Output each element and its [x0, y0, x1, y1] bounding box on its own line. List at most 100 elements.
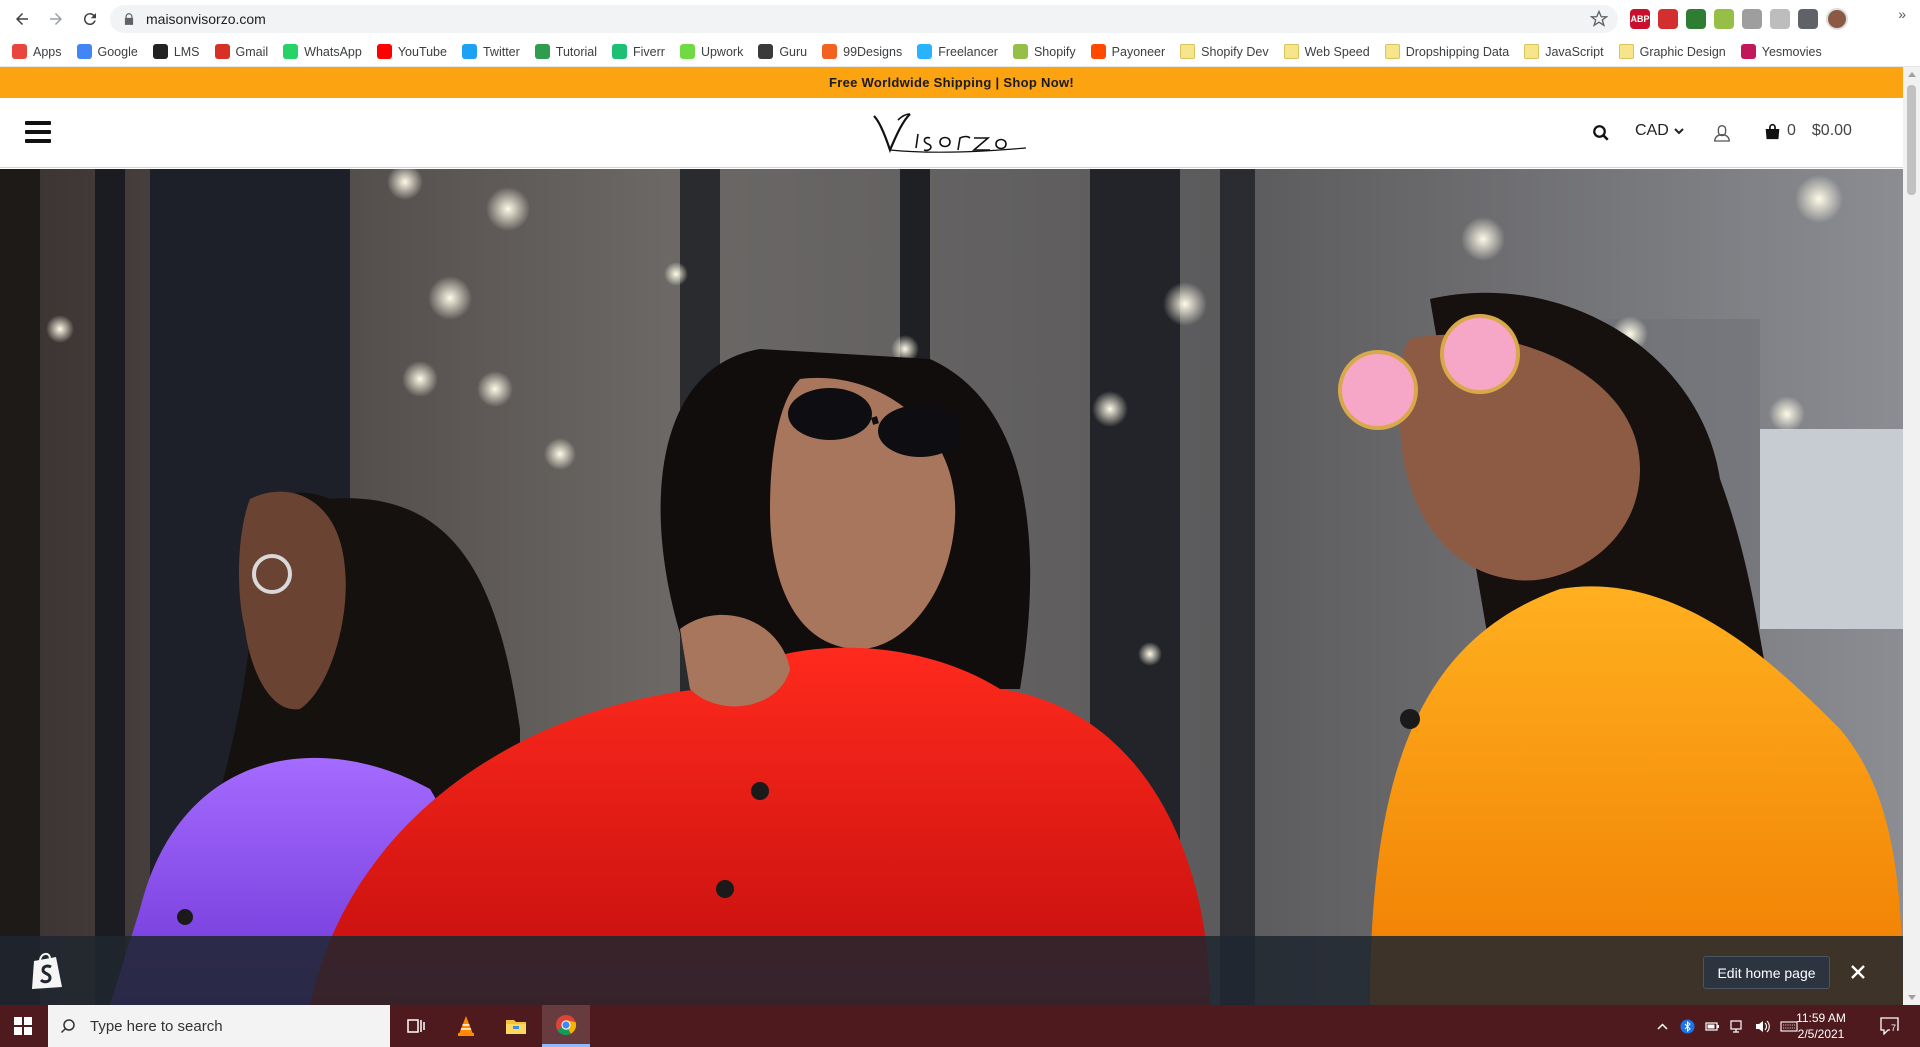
99designs-icon [822, 44, 838, 59]
bookmark-item[interactable]: Apps [12, 44, 62, 59]
adblock-icon[interactable]: ABP [1630, 9, 1650, 29]
bookmark-item[interactable]: 99Designs [822, 44, 902, 59]
guru-icon [758, 44, 774, 59]
bluetooth-icon[interactable] [1680, 1019, 1695, 1034]
bookmark-label: WhatsApp [304, 44, 362, 59]
taskbar-search-box[interactable]: Type here to search [48, 1005, 390, 1047]
volume-icon[interactable] [1755, 1019, 1770, 1034]
shopify-ext-icon[interactable] [1714, 9, 1734, 29]
scroll-down-arrow[interactable] [1908, 995, 1916, 1000]
cart-button[interactable]: 0 $0.00 [1764, 122, 1852, 140]
bookmark-label: Gmail [235, 44, 269, 59]
reload-icon [83, 12, 96, 25]
edit-home-page-button[interactable]: Edit home page [1703, 956, 1830, 989]
bookmark-label: Upwork [700, 44, 744, 59]
close-icon[interactable] [1848, 962, 1868, 982]
windows-taskbar: Type here to search 11:59 AM 2/5/2021 7 [0, 1005, 1920, 1047]
back-button[interactable] [8, 5, 36, 33]
bookmark-star-icon[interactable] [1590, 10, 1608, 28]
shopify-admin-bar: Edit home page [0, 936, 1903, 1005]
bookmark-label: Fiverr [633, 44, 665, 59]
puzzle-icon[interactable] [1798, 9, 1818, 29]
taskbar-clock[interactable]: 11:59 AM 2/5/2021 [1786, 1010, 1856, 1042]
shield-ext-icon[interactable] [1770, 9, 1790, 29]
bookmark-item[interactable]: LMS [152, 44, 200, 59]
bookmark-label: Guru [779, 44, 808, 59]
bookmark-label: LMS [173, 44, 200, 59]
circle-ext-icon[interactable] [1742, 9, 1762, 29]
notification-count: 7 [1890, 1023, 1898, 1033]
browser-toolbar: maisonvisorzo.com ABP [0, 0, 1920, 37]
bookmark-item[interactable]: Google [76, 44, 138, 59]
bookmark-item[interactable]: Graphic Design [1618, 44, 1726, 59]
profile-avatar[interactable] [1826, 8, 1848, 30]
folder-icon [506, 1020, 526, 1034]
file-explorer-taskbar-button[interactable] [492, 1005, 540, 1047]
store-logo[interactable] [870, 108, 1030, 158]
money-icon[interactable] [1686, 9, 1706, 29]
windows-start-icon[interactable] [14, 1017, 32, 1035]
bookmark-item[interactable]: Shopify [1012, 44, 1076, 59]
bookmark-item[interactable]: Gmail [214, 44, 269, 59]
menu-icon[interactable] [25, 121, 51, 143]
address-bar[interactable]: maisonvisorzo.com [110, 5, 1618, 33]
folder-icon [1180, 44, 1196, 59]
fiverr-icon [612, 44, 627, 59]
twitter-icon [461, 44, 477, 59]
scroll-up-arrow[interactable] [1908, 72, 1916, 77]
currency-value: CAD [1635, 122, 1669, 139]
pdf-icon[interactable] [1658, 9, 1678, 29]
forward-button[interactable] [42, 5, 70, 33]
bookmark-item[interactable]: Twitter [461, 44, 520, 59]
chrome-taskbar-button[interactable] [542, 1005, 590, 1047]
bookmark-label: YouTube [397, 44, 447, 59]
announcement-bar[interactable]: Free Worldwide Shipping | Shop Now! [0, 67, 1903, 98]
bookmark-item[interactable]: Tutorial [534, 44, 597, 59]
google-icon [76, 44, 92, 59]
bookmark-item[interactable]: Yesmovies [1740, 44, 1822, 59]
shopify-bag-icon[interactable] [28, 951, 64, 991]
bookmark-item[interactable]: Guru [758, 44, 807, 59]
chevron-down-icon [1674, 128, 1684, 135]
bookmark-item[interactable]: Fiverr [612, 44, 665, 59]
bookmark-item[interactable]: YouTube [376, 44, 447, 59]
bookmark-item[interactable]: Freelancer [917, 44, 998, 59]
vlc-taskbar-button[interactable] [442, 1005, 490, 1047]
bookmark-label: Payoneer [1111, 44, 1166, 59]
account-icon[interactable] [1713, 122, 1731, 142]
scrollbar-thumb[interactable] [1907, 85, 1916, 195]
notification-center-button[interactable]: 7 [1880, 1017, 1900, 1036]
folder-icon [1283, 44, 1299, 59]
bookmark-item[interactable]: Shopify Dev [1180, 44, 1269, 59]
lms-icon [152, 44, 168, 59]
bookmark-item[interactable]: Web Speed [1283, 44, 1370, 59]
chrome-icon [556, 1014, 577, 1035]
hero-image [0, 169, 1903, 1005]
bookmark-item[interactable]: WhatsApp [283, 44, 362, 59]
page-scrollbar[interactable] [1903, 67, 1920, 1005]
currency-selector[interactable]: CAD [1635, 122, 1685, 140]
chevron-up-icon[interactable] [1655, 1019, 1670, 1034]
hero-banner[interactable] [0, 169, 1903, 1005]
lock-icon [124, 13, 134, 25]
bookmark-label: Shopify Dev [1201, 44, 1269, 59]
vlc-icon [458, 1016, 474, 1036]
bookmarks-overflow-button[interactable]: » [1898, 6, 1906, 22]
yesmovies-icon [1740, 44, 1756, 59]
bookmark-item[interactable]: Upwork [679, 44, 744, 59]
shopping-bag-icon [1765, 123, 1780, 139]
cart-count: 0 [1787, 122, 1796, 139]
bookmark-item[interactable]: Payoneer [1090, 44, 1166, 59]
url-text: maisonvisorzo.com [146, 11, 266, 27]
bookmark-item[interactable]: Dropshipping Data [1384, 44, 1509, 59]
task-view-icon [407, 1019, 425, 1033]
apps-grid-icon [12, 44, 27, 59]
bookmark-label: Graphic Design [1639, 44, 1726, 59]
reload-button[interactable] [76, 5, 104, 33]
search-icon[interactable] [1592, 124, 1610, 142]
task-view-button[interactable] [392, 1005, 440, 1047]
network-icon[interactable] [1730, 1019, 1745, 1034]
cart-total: $0.00 [1811, 122, 1852, 139]
battery-icon[interactable] [1705, 1019, 1720, 1034]
bookmark-item[interactable]: JavaScript [1524, 44, 1604, 59]
